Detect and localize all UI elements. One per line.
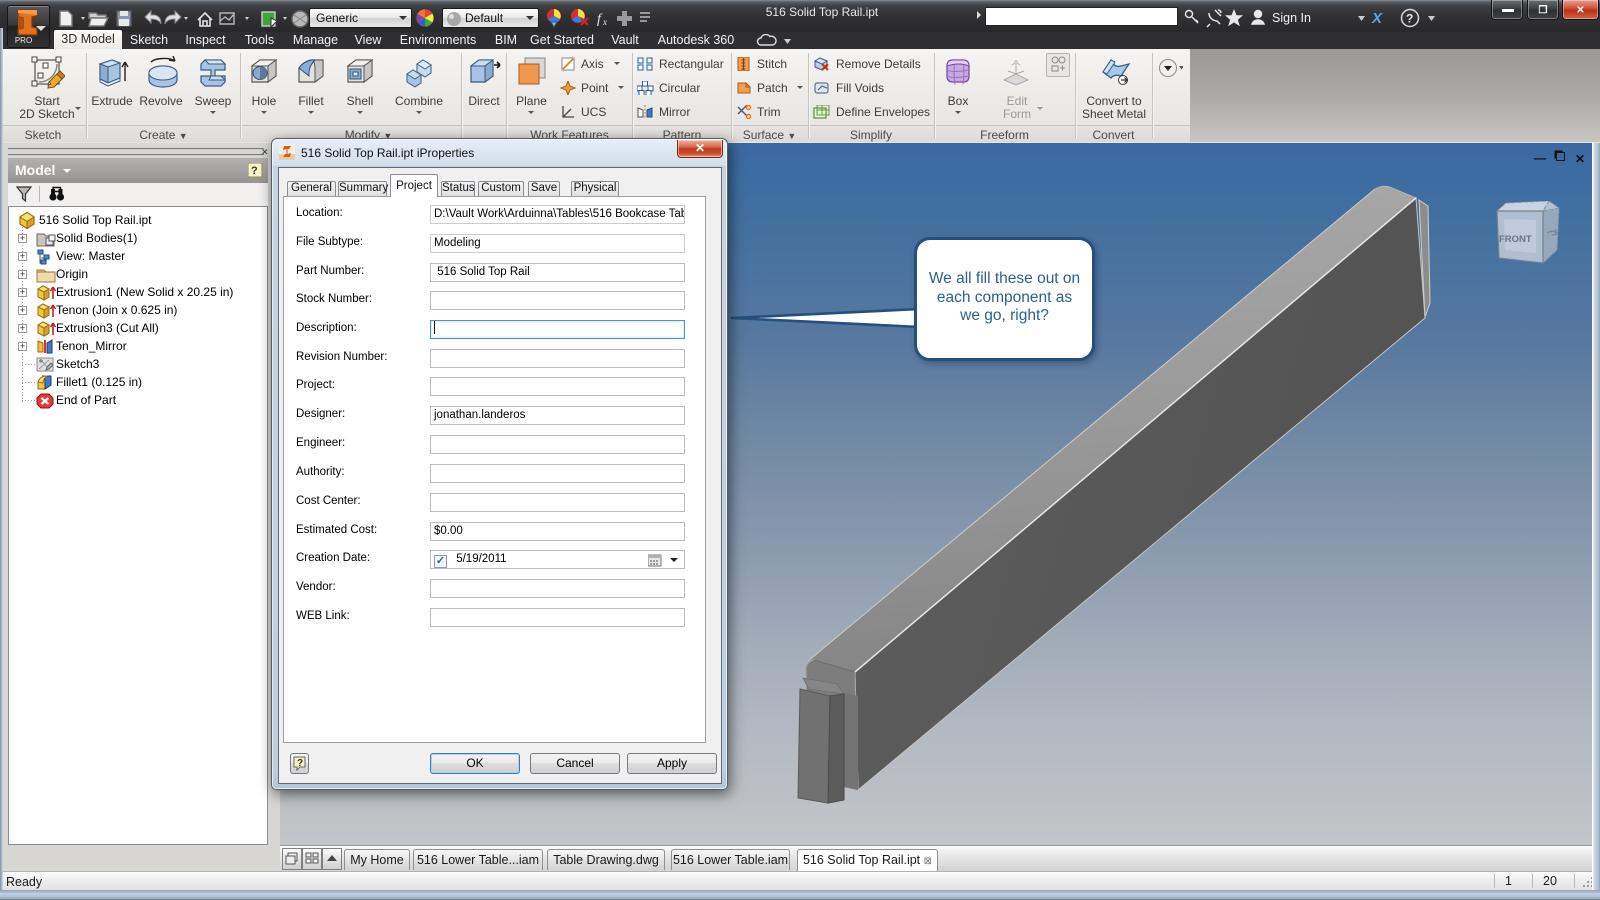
svg-text:Sign In: Sign In <box>1272 11 1311 25</box>
svg-text:?: ? <box>297 758 303 769</box>
svg-text:?: ? <box>1406 12 1413 26</box>
svg-text:x: x <box>602 17 607 27</box>
svg-text:FRONT: FRONT <box>1499 234 1532 245</box>
svg-text:?: ? <box>251 165 258 177</box>
svg-text:X: X <box>1371 10 1383 27</box>
